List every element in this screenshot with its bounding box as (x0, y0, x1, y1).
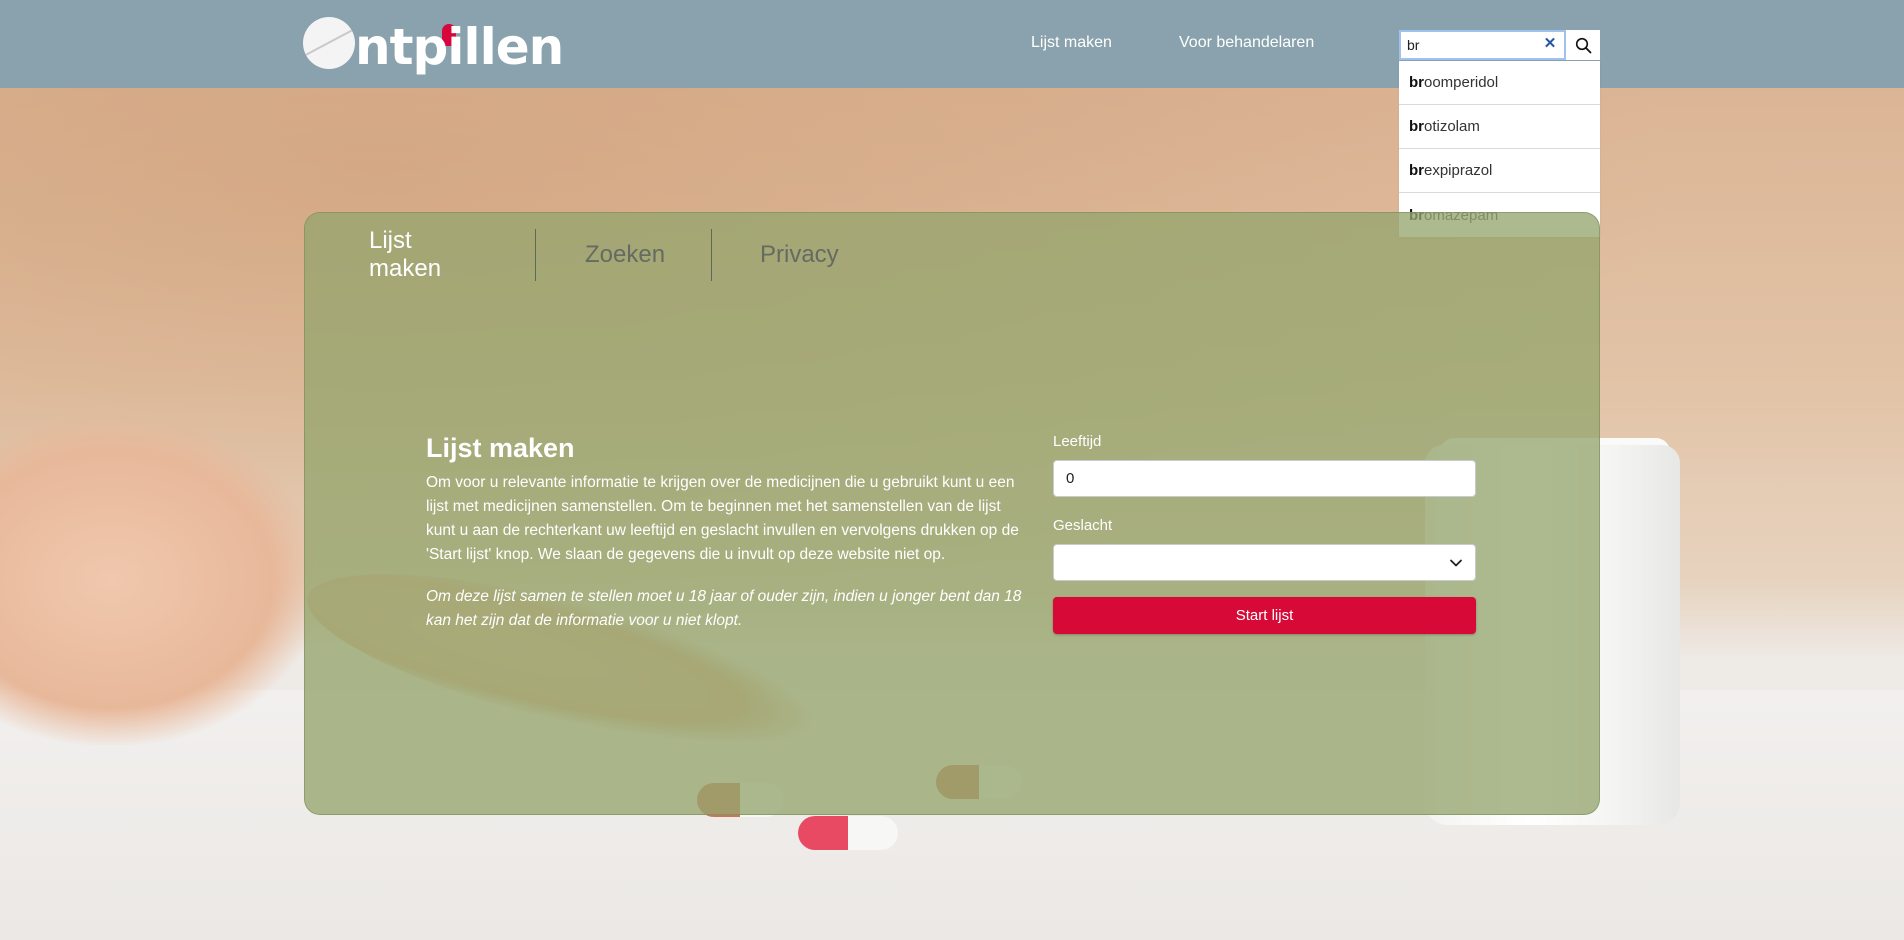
section-title: Lijst maken (426, 433, 575, 463)
age-input[interactable]: 0 (1053, 460, 1476, 497)
nav-link-lijst-maken[interactable]: Lijst maken (1031, 34, 1112, 52)
tab-divider (711, 229, 712, 281)
search-input[interactable] (1401, 32, 1553, 58)
nav-link-voor-behandelaren[interactable]: Voor behandelaren (1179, 34, 1314, 52)
tab-zoeken[interactable]: Zoeken (585, 229, 665, 281)
suggestion-item[interactable]: br otizolam (1399, 105, 1600, 149)
suggestion-item[interactable]: br oomperidol (1399, 61, 1600, 105)
chevron-down-icon (1450, 559, 1462, 567)
start-list-button[interactable]: Start lijst (1053, 597, 1476, 634)
age-label: Leeftijd (1053, 433, 1102, 450)
search-suggestions: broomperidol brotizolam brexpiprazol bro… (1399, 61, 1600, 237)
logo-text: ntpillen (355, 18, 564, 76)
age-note: Om deze lijst samen te stellen moet u 18… (426, 588, 1022, 629)
tab-lijst-maken[interactable]: Lijst maken (369, 227, 441, 282)
intro-section: Lijst maken Om voor u relevante informat… (426, 433, 1031, 651)
main-panel: Lijst maken Zoeken Privacy Lijst maken O… (304, 212, 1600, 815)
search-box: ✕ (1399, 30, 1566, 60)
gender-label: Geslacht (1053, 517, 1113, 534)
search-icon (1575, 37, 1591, 53)
gender-select[interactable] (1053, 544, 1476, 581)
pill-image (798, 816, 898, 850)
tab-divider (535, 229, 536, 281)
suggestion-item[interactable]: br expiprazol (1399, 149, 1600, 193)
tab-privacy[interactable]: Privacy (760, 229, 839, 281)
clear-search-icon[interactable]: ✕ (1542, 35, 1558, 53)
search-button[interactable] (1566, 30, 1600, 60)
site-logo[interactable]: ntpillen (303, 12, 564, 76)
list-form: Leeftijd 0 Geslacht Start lijst (1053, 433, 1476, 634)
pill-logo-icon (303, 17, 355, 69)
site-header: ntpillen Lijst maken Voor behandelaren ✕… (0, 0, 1904, 237)
intro-text: Om voor u relevante informatie te krijge… (426, 474, 1019, 563)
